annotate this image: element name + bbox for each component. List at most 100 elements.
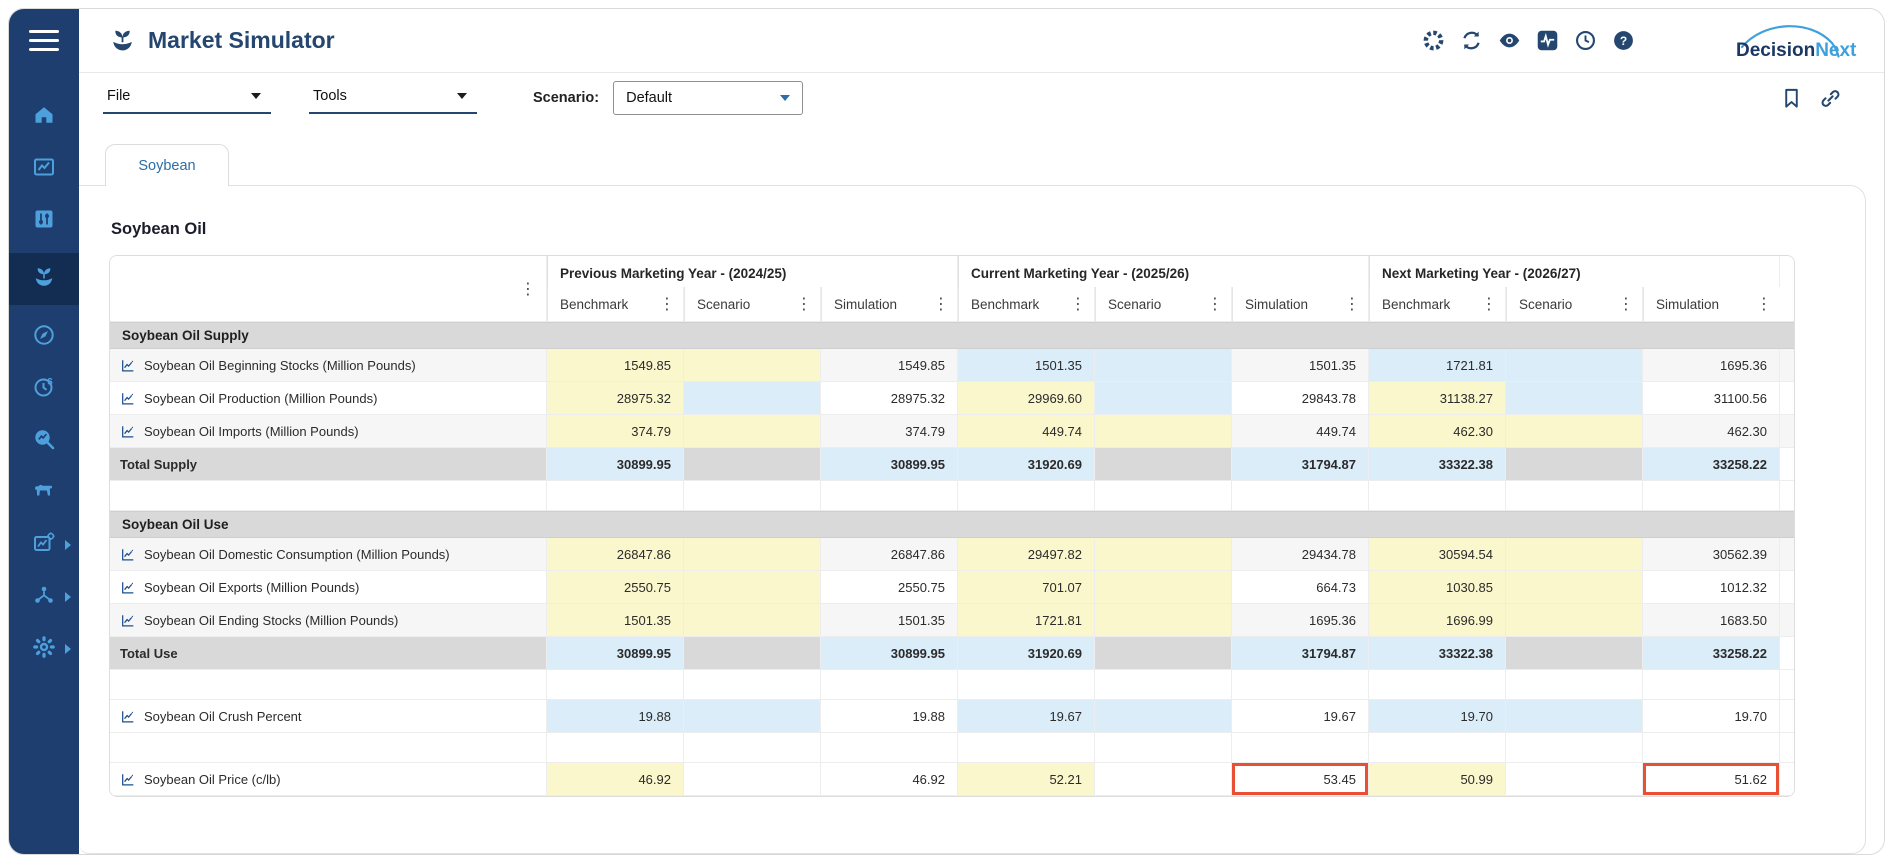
- value-cell[interactable]: 31794.87: [1232, 637, 1369, 670]
- value-cell[interactable]: 31138.27: [1369, 382, 1506, 415]
- sidebar-item-search-analytics[interactable]: [9, 418, 79, 464]
- value-cell[interactable]: 31100.56: [1643, 382, 1780, 415]
- sidebar-item-livestock[interactable]: [9, 470, 79, 516]
- value-cell[interactable]: [1095, 571, 1232, 604]
- column-menu-button[interactable]: ⋮: [931, 296, 951, 312]
- sidebar-item-report-settings[interactable]: [9, 522, 79, 568]
- value-cell[interactable]: 1549.85: [547, 349, 684, 382]
- line-chart-icon[interactable]: [120, 358, 136, 373]
- value-cell[interactable]: [1095, 538, 1232, 571]
- value-cell[interactable]: 1501.35: [547, 604, 684, 637]
- value-cell[interactable]: 30899.95: [821, 448, 958, 481]
- file-menu[interactable]: File: [103, 82, 271, 114]
- value-cell[interactable]: [1506, 448, 1643, 481]
- value-cell[interactable]: [684, 448, 821, 481]
- value-cell[interactable]: 374.79: [547, 415, 684, 448]
- spinner-icon-button[interactable]: [1422, 29, 1445, 52]
- value-cell[interactable]: 462.30: [1369, 415, 1506, 448]
- value-cell[interactable]: 26847.86: [821, 538, 958, 571]
- line-chart-icon[interactable]: [120, 709, 136, 724]
- value-cell[interactable]: 33258.22: [1643, 637, 1780, 670]
- value-cell[interactable]: 1721.81: [1369, 349, 1506, 382]
- value-cell[interactable]: 31794.87: [1232, 448, 1369, 481]
- column-menu-button[interactable]: ⋮: [1205, 296, 1225, 312]
- value-cell[interactable]: 46.92: [821, 763, 958, 796]
- value-cell[interactable]: 19.67: [958, 700, 1095, 733]
- clock-icon-button[interactable]: [1574, 29, 1597, 52]
- value-cell[interactable]: 33258.22: [1643, 448, 1780, 481]
- value-cell[interactable]: 1501.35: [1232, 349, 1369, 382]
- value-cell[interactable]: 1721.81: [958, 604, 1095, 637]
- value-cell[interactable]: [1506, 700, 1643, 733]
- line-chart-icon[interactable]: [120, 547, 136, 562]
- value-cell[interactable]: 33322.38: [1369, 448, 1506, 481]
- value-cell[interactable]: 30594.54: [1369, 538, 1506, 571]
- value-cell[interactable]: 1683.50: [1643, 604, 1780, 637]
- value-cell[interactable]: 1501.35: [958, 349, 1095, 382]
- value-cell[interactable]: [1095, 382, 1232, 415]
- value-cell[interactable]: 29843.78: [1232, 382, 1369, 415]
- value-cell[interactable]: [1095, 448, 1232, 481]
- value-cell[interactable]: 701.07: [958, 571, 1095, 604]
- value-cell[interactable]: 1012.32: [1643, 571, 1780, 604]
- value-cell[interactable]: 28975.32: [547, 382, 684, 415]
- column-menu-button[interactable]: ⋮: [1068, 296, 1088, 312]
- value-cell[interactable]: 52.21: [958, 763, 1095, 796]
- value-cell[interactable]: 462.30: [1643, 415, 1780, 448]
- highlighted-value-cell[interactable]: 53.45: [1232, 763, 1369, 796]
- value-cell[interactable]: [1095, 637, 1232, 670]
- line-chart-icon[interactable]: [120, 613, 136, 628]
- sidebar-item-home[interactable]: [9, 94, 79, 140]
- value-cell[interactable]: [684, 700, 821, 733]
- value-cell[interactable]: [1506, 538, 1643, 571]
- value-cell[interactable]: 1696.99: [1369, 604, 1506, 637]
- value-cell[interactable]: [684, 763, 821, 796]
- line-chart-icon[interactable]: [120, 580, 136, 595]
- bookmark-icon-button[interactable]: [1780, 87, 1803, 110]
- value-cell[interactable]: 50.99: [1369, 763, 1506, 796]
- help-icon-button[interactable]: ?: [1612, 29, 1635, 52]
- value-cell[interactable]: 30899.95: [547, 448, 684, 481]
- line-chart-icon[interactable]: [120, 772, 136, 787]
- refresh-icon-button[interactable]: [1460, 29, 1483, 52]
- value-cell[interactable]: [684, 604, 821, 637]
- value-cell[interactable]: 31920.69: [958, 637, 1095, 670]
- value-cell[interactable]: [1506, 415, 1643, 448]
- value-cell[interactable]: [684, 637, 821, 670]
- sidebar-item-settings[interactable]: [9, 626, 79, 672]
- value-cell[interactable]: [1506, 604, 1643, 637]
- value-cell[interactable]: 2550.75: [821, 571, 958, 604]
- eye-icon-button[interactable]: [1498, 29, 1521, 52]
- value-cell[interactable]: 1501.35: [821, 604, 958, 637]
- value-cell[interactable]: 19.70: [1643, 700, 1780, 733]
- activity-icon-button[interactable]: [1536, 29, 1559, 52]
- value-cell[interactable]: 19.88: [547, 700, 684, 733]
- value-cell[interactable]: [1506, 763, 1643, 796]
- value-cell[interactable]: [1095, 415, 1232, 448]
- value-cell[interactable]: 30899.95: [547, 637, 684, 670]
- line-chart-icon[interactable]: [120, 424, 136, 439]
- value-cell[interactable]: 29434.78: [1232, 538, 1369, 571]
- value-cell[interactable]: [1506, 349, 1643, 382]
- value-cell[interactable]: [684, 538, 821, 571]
- value-cell[interactable]: [1095, 349, 1232, 382]
- value-cell[interactable]: 19.70: [1369, 700, 1506, 733]
- value-cell[interactable]: [684, 382, 821, 415]
- value-cell[interactable]: 33322.38: [1369, 637, 1506, 670]
- value-cell[interactable]: [1506, 637, 1643, 670]
- value-cell[interactable]: 31920.69: [958, 448, 1095, 481]
- value-cell[interactable]: 374.79: [821, 415, 958, 448]
- sidebar-item-data-network[interactable]: [9, 574, 79, 620]
- value-cell[interactable]: [1506, 571, 1643, 604]
- row-header-menu-button[interactable]: ⋮: [518, 281, 538, 297]
- value-cell[interactable]: 46.92: [547, 763, 684, 796]
- value-cell[interactable]: 28975.32: [821, 382, 958, 415]
- link-icon-button[interactable]: [1819, 87, 1842, 110]
- column-menu-button[interactable]: ⋮: [657, 296, 677, 312]
- column-menu-button[interactable]: ⋮: [1754, 296, 1774, 312]
- value-cell[interactable]: [684, 571, 821, 604]
- value-cell[interactable]: [684, 415, 821, 448]
- column-menu-button[interactable]: ⋮: [1342, 296, 1362, 312]
- value-cell[interactable]: 1549.85: [821, 349, 958, 382]
- column-menu-button[interactable]: ⋮: [1616, 296, 1636, 312]
